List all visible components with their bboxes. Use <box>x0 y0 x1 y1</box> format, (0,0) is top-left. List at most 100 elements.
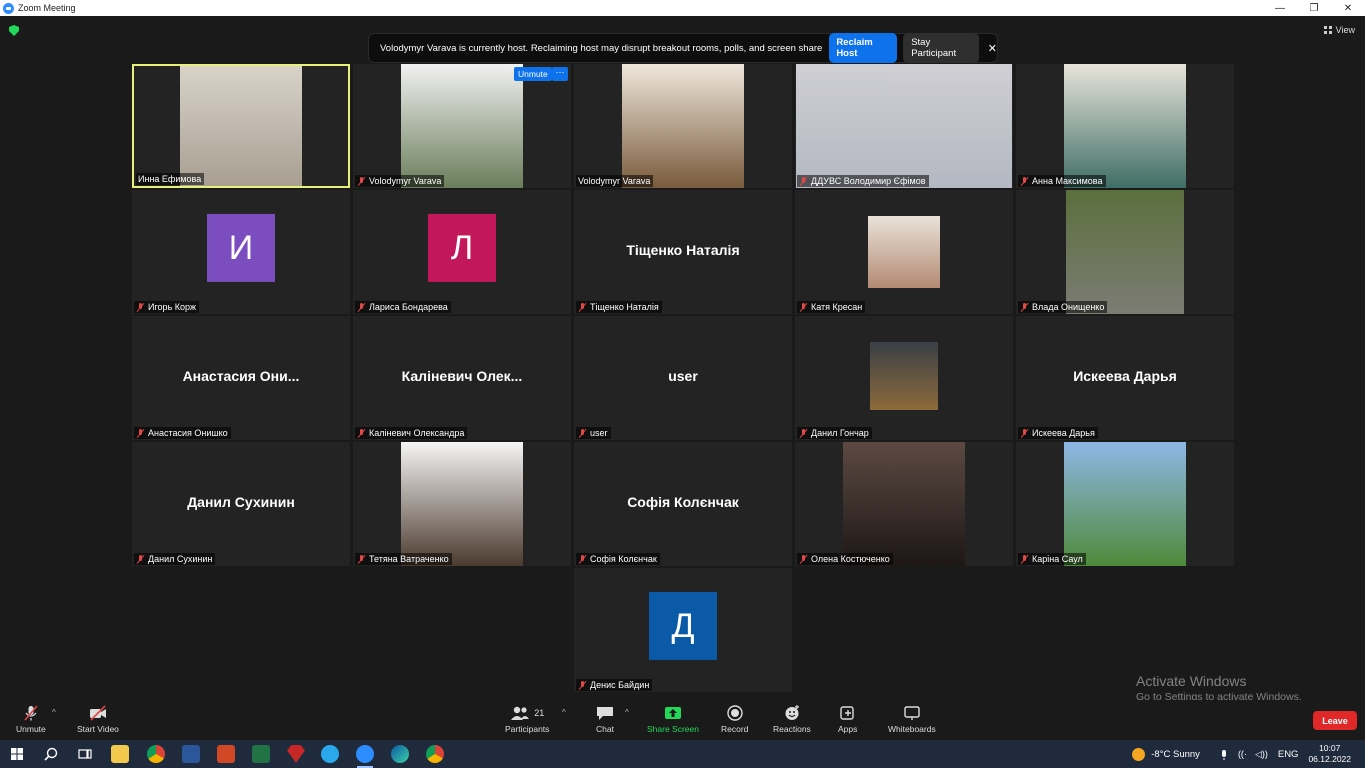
view-button[interactable]: View <box>1323 25 1355 35</box>
participant-tile[interactable]: Катя Кресан <box>795 190 1013 314</box>
participant-video <box>796 64 1012 188</box>
edge-icon[interactable] <box>391 745 409 763</box>
participant-tile[interactable]: Volodymyr Varava <box>574 64 792 188</box>
reactions-button[interactable]: Reactions <box>773 705 811 734</box>
participant-name: Катя Кресан <box>811 302 863 312</box>
mic-muted-icon <box>136 554 145 564</box>
encryption-shield-icon[interactable] <box>9 25 19 36</box>
participant-tile[interactable]: Данил Сухинин Данил Сухинин <box>132 442 350 566</box>
language-indicator[interactable]: ENG <box>1278 749 1299 760</box>
start-video-button[interactable]: Start Video <box>77 705 119 734</box>
network-icon[interactable]: ((· <box>1238 749 1247 759</box>
clock[interactable]: 10:07 06.12.2022 <box>1308 743 1351 765</box>
participant-name-label: Volodymyr Varava <box>355 175 445 187</box>
share-screen-label: Share Screen <box>647 724 699 734</box>
participant-tile[interactable]: user user <box>574 316 792 440</box>
participant-tile[interactable]: Д Денис Байдин <box>574 568 792 692</box>
participant-video <box>1066 190 1184 314</box>
participants-options-chevron-icon[interactable]: ^ <box>562 708 566 717</box>
unmute-button[interactable]: Unmute <box>16 705 46 734</box>
zoom-taskbar-icon[interactable] <box>356 745 374 768</box>
mic-muted-icon <box>578 554 587 564</box>
chat-options-chevron-icon[interactable]: ^ <box>625 708 629 717</box>
chrome-profile-icon[interactable] <box>426 745 444 763</box>
participant-tile[interactable]: Тетяна Ватраченко <box>353 442 571 566</box>
participant-tile[interactable]: Каріна Саул <box>1016 442 1234 566</box>
participants-icon <box>511 706 530 720</box>
weather-text[interactable]: -8°C Sunny <box>1151 749 1200 760</box>
mic-muted-icon <box>578 680 587 690</box>
record-button[interactable]: Record <box>721 705 748 734</box>
word-icon[interactable] <box>182 745 200 763</box>
participant-tile[interactable]: Volodymyr Varava <box>353 64 571 188</box>
minimize-button[interactable]: — <box>1263 0 1297 16</box>
excel-icon[interactable] <box>252 745 270 763</box>
title-bar: Zoom Meeting — ❐ ✕ <box>0 0 1365 16</box>
participant-tile[interactable]: Тіщенко Наталія Тіщенко Наталія <box>574 190 792 314</box>
participant-name-label: Игорь Корж <box>134 301 200 313</box>
mic-muted-icon <box>799 428 808 438</box>
participant-name-label: Каріна Саул <box>1018 553 1086 565</box>
mic-muted-icon <box>357 302 366 312</box>
participant-name: Инна Ефимова <box>138 174 202 184</box>
close-banner-icon[interactable]: ✕ <box>988 42 997 55</box>
participant-display-name: Данил Сухинин <box>187 494 295 511</box>
whiteboards-button[interactable]: Whiteboards <box>888 705 936 734</box>
participant-tile[interactable]: ДДУВС Володимир Єфімов <box>795 64 1013 188</box>
participant-video <box>843 442 965 566</box>
participant-video <box>1064 64 1186 188</box>
view-label: View <box>1335 25 1355 35</box>
participant-tile[interactable]: Инна Ефимова <box>132 64 350 188</box>
file-explorer-icon[interactable] <box>111 745 129 763</box>
tile-unmute-button[interactable]: Unmute <box>514 67 552 81</box>
participant-tile[interactable]: Анастасия Они... Анастасия Онишко <box>132 316 350 440</box>
grid-view-icon <box>1323 26 1332 34</box>
reactions-smiley-icon <box>785 705 799 720</box>
reclaim-host-button[interactable]: Reclaim Host <box>829 33 898 63</box>
powerpoint-icon[interactable] <box>217 745 235 763</box>
mic-muted-icon <box>136 302 145 312</box>
participant-tile[interactable]: Влада Онищенко <box>1016 190 1234 314</box>
tile-more-button[interactable]: ··· <box>552 67 568 81</box>
participant-name-label: Анна Максимова <box>1018 175 1106 187</box>
stay-participant-button[interactable]: Stay Participant <box>903 33 979 63</box>
gem-app-icon[interactable] <box>287 745 305 763</box>
search-icon[interactable] <box>44 747 58 761</box>
reactions-label: Reactions <box>773 724 811 734</box>
task-view-icon[interactable] <box>78 747 92 761</box>
participant-tile[interactable]: Л Лариса Бондарева <box>353 190 571 314</box>
system-tray: -8°C Sunny ((· ◁)) ENG 10:07 06.12.2022 <box>1132 740 1365 768</box>
telegram-icon[interactable] <box>321 745 339 763</box>
unmute-label: Unmute <box>16 724 46 734</box>
participant-tile[interactable]: Олена Костюченко <box>795 442 1013 566</box>
mic-muted-icon <box>357 554 366 564</box>
participant-count: 21 <box>534 708 545 718</box>
windows-start-icon[interactable] <box>11 748 23 760</box>
maximize-button[interactable]: ❐ <box>1297 0 1331 16</box>
chrome-icon[interactable] <box>147 745 165 763</box>
participant-tile[interactable]: Софія Колєнчак Софія Колєнчак <box>574 442 792 566</box>
participant-video <box>868 216 940 288</box>
apps-button[interactable]: Apps <box>838 705 857 734</box>
participant-tile[interactable]: Искеева Дарья Искеева Дарья <box>1016 316 1234 440</box>
participant-tile[interactable]: Данил Гончар <box>795 316 1013 440</box>
mic-muted-icon <box>1020 554 1029 564</box>
whiteboard-icon <box>904 706 920 720</box>
microphone-tray-icon[interactable] <box>1218 749 1230 760</box>
leave-button[interactable]: Leave <box>1313 711 1357 730</box>
chat-button[interactable]: Chat <box>596 705 614 734</box>
participants-icon-group: 21 <box>510 705 544 721</box>
participants-button[interactable]: 21 Participants <box>505 705 549 734</box>
participant-name: Тетяна Ватраченко <box>369 554 449 564</box>
close-window-button[interactable]: ✕ <box>1331 0 1365 16</box>
participant-tile[interactable]: Каліневич Олек... Каліневич Олександра <box>353 316 571 440</box>
participant-display-name: user <box>668 368 698 385</box>
microphone-muted-icon <box>24 705 38 721</box>
audio-options-chevron-icon[interactable]: ^ <box>52 708 56 717</box>
participant-name: Volodymyr Varava <box>578 176 651 186</box>
participant-tile[interactable]: Анна Максимова <box>1016 64 1234 188</box>
share-screen-button[interactable]: Share Screen <box>647 705 699 734</box>
volume-icon[interactable]: ◁)) <box>1255 749 1268 760</box>
participant-name-label: Тіщенко Наталія <box>576 301 662 313</box>
participant-tile[interactable]: И Игорь Корж <box>132 190 350 314</box>
